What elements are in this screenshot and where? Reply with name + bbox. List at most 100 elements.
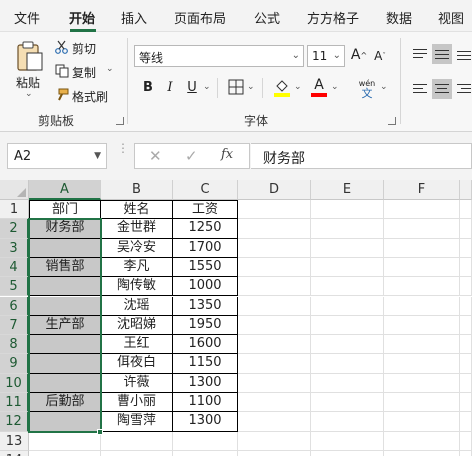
check-icon[interactable]: ✓ xyxy=(185,147,198,165)
table-cell[interactable]: 沈瑶 xyxy=(101,296,173,316)
table-cell[interactable] xyxy=(101,450,173,456)
table-cell[interactable] xyxy=(238,431,311,451)
table-cell[interactable] xyxy=(311,412,384,432)
table-cell[interactable] xyxy=(384,200,460,220)
table-cell[interactable]: 财务部 xyxy=(29,219,101,239)
underline-dropdown-icon[interactable]: ⌄ xyxy=(203,82,211,92)
table-cell[interactable] xyxy=(311,393,384,413)
table-cell[interactable] xyxy=(238,373,311,393)
table-cell[interactable] xyxy=(29,296,101,316)
clipboard-launcher-icon[interactable] xyxy=(116,117,124,125)
table-cell[interactable] xyxy=(238,335,311,355)
table-cell[interactable] xyxy=(460,373,472,393)
table-cell[interactable] xyxy=(238,277,311,297)
table-cell[interactable] xyxy=(238,354,311,374)
table-cell[interactable]: 1950 xyxy=(173,315,238,336)
table-cell[interactable]: 生产部 xyxy=(29,315,101,336)
table-header-cell[interactable]: 工资 xyxy=(173,200,238,220)
table-cell[interactable] xyxy=(311,277,384,297)
column-header-a[interactable]: A xyxy=(29,180,101,200)
column-header-f[interactable]: F xyxy=(384,180,460,200)
table-cell[interactable] xyxy=(29,238,101,258)
table-cell[interactable]: 1550 xyxy=(173,257,238,278)
table-cell[interactable] xyxy=(238,450,311,456)
table-cell[interactable]: 1300 xyxy=(173,373,238,393)
bold-button[interactable]: B xyxy=(139,79,157,97)
table-cell[interactable] xyxy=(238,315,311,336)
table-cell[interactable] xyxy=(173,431,238,451)
font-color-dropdown-icon[interactable]: ⌄ xyxy=(331,82,339,92)
table-cell[interactable] xyxy=(29,412,101,432)
table-cell[interactable]: 许薇 xyxy=(101,373,173,393)
column-header-g[interactable] xyxy=(460,180,472,200)
row-header-9[interactable]: 9 xyxy=(0,354,29,374)
table-cell[interactable] xyxy=(384,335,460,355)
font-launcher-icon[interactable] xyxy=(388,117,396,125)
paste-icon[interactable] xyxy=(14,40,44,72)
decrease-font-size-icon[interactable]: Aˇ xyxy=(372,48,388,64)
table-header-cell[interactable]: 部门 xyxy=(29,200,101,220)
table-cell[interactable] xyxy=(311,450,384,456)
align-center-icon[interactable] xyxy=(432,79,452,99)
formula-bar-grip-icon[interactable]: ⋮ xyxy=(117,142,129,154)
table-cell[interactable] xyxy=(311,373,384,393)
table-cell[interactable] xyxy=(460,238,472,258)
table-cell[interactable]: 1350 xyxy=(173,296,238,316)
row-header-7[interactable]: 7 xyxy=(0,315,29,336)
select-all-corner[interactable] xyxy=(0,180,29,200)
border-dropdown-icon[interactable]: ⌄ xyxy=(247,82,255,92)
increase-font-size-icon[interactable]: A ^ xyxy=(350,46,368,64)
table-cell[interactable] xyxy=(384,373,460,393)
table-cell[interactable] xyxy=(460,200,472,220)
table-cell[interactable]: 李凡 xyxy=(101,257,173,278)
tab-data[interactable]: 数据 xyxy=(386,8,412,27)
align-top-icon[interactable] xyxy=(410,44,430,64)
phonetic-dropdown-icon[interactable]: ⌄ xyxy=(380,82,388,92)
copy-button[interactable]: 复制 xyxy=(72,64,96,81)
table-cell[interactable] xyxy=(384,431,460,451)
table-cell[interactable] xyxy=(384,238,460,258)
table-cell[interactable]: 1100 xyxy=(173,393,238,413)
align-right-icon[interactable] xyxy=(454,79,472,99)
table-cell[interactable]: 曹小丽 xyxy=(101,393,173,413)
table-cell[interactable]: 销售部 xyxy=(29,257,101,278)
row-header-1[interactable]: 1 xyxy=(0,200,29,220)
table-cell[interactable] xyxy=(311,296,384,316)
table-cell[interactable] xyxy=(173,450,238,456)
table-cell[interactable] xyxy=(29,277,101,297)
italic-button[interactable]: I xyxy=(161,79,179,97)
table-cell[interactable] xyxy=(460,393,472,413)
font-color-icon[interactable]: A xyxy=(310,76,328,98)
table-cell[interactable] xyxy=(460,335,472,355)
align-left-icon[interactable] xyxy=(410,79,430,99)
table-cell[interactable] xyxy=(384,296,460,316)
table-cell[interactable] xyxy=(460,431,472,451)
table-cell[interactable] xyxy=(238,296,311,316)
align-middle-icon[interactable] xyxy=(432,44,452,64)
table-cell[interactable] xyxy=(238,393,311,413)
table-cell[interactable] xyxy=(29,335,101,355)
table-cell[interactable] xyxy=(311,257,384,278)
font-size-select[interactable]: 11 ⌄ xyxy=(307,45,345,67)
table-cell[interactable] xyxy=(238,219,311,239)
table-cell[interactable]: 1700 xyxy=(173,238,238,258)
tab-file[interactable]: 文件 xyxy=(14,8,40,27)
table-cell[interactable] xyxy=(311,315,384,336)
tab-insert[interactable]: 插入 xyxy=(121,8,147,27)
underline-button[interactable]: U xyxy=(183,79,201,97)
format-painter-button[interactable]: 格式刷 xyxy=(72,88,108,105)
table-cell[interactable]: 佴夜白 xyxy=(101,354,173,374)
row-header-14[interactable]: 14 xyxy=(0,450,29,456)
row-header-3[interactable]: 3 xyxy=(0,238,29,258)
table-cell[interactable] xyxy=(384,450,460,456)
column-header-e[interactable]: E xyxy=(311,180,384,200)
copy-dropdown-icon[interactable]: ⌄ xyxy=(106,64,114,74)
phonetic-guide-icon[interactable]: wén 文 xyxy=(356,78,378,100)
table-cell[interactable] xyxy=(238,412,311,432)
row-header-2[interactable]: 2 xyxy=(0,219,29,239)
row-header-8[interactable]: 8 xyxy=(0,335,29,355)
table-cell[interactable]: 1300 xyxy=(173,412,238,432)
table-cell[interactable]: 后勤部 xyxy=(29,393,101,413)
tab-formulas[interactable]: 公式 xyxy=(254,8,280,27)
table-cell[interactable]: 王红 xyxy=(101,335,173,355)
